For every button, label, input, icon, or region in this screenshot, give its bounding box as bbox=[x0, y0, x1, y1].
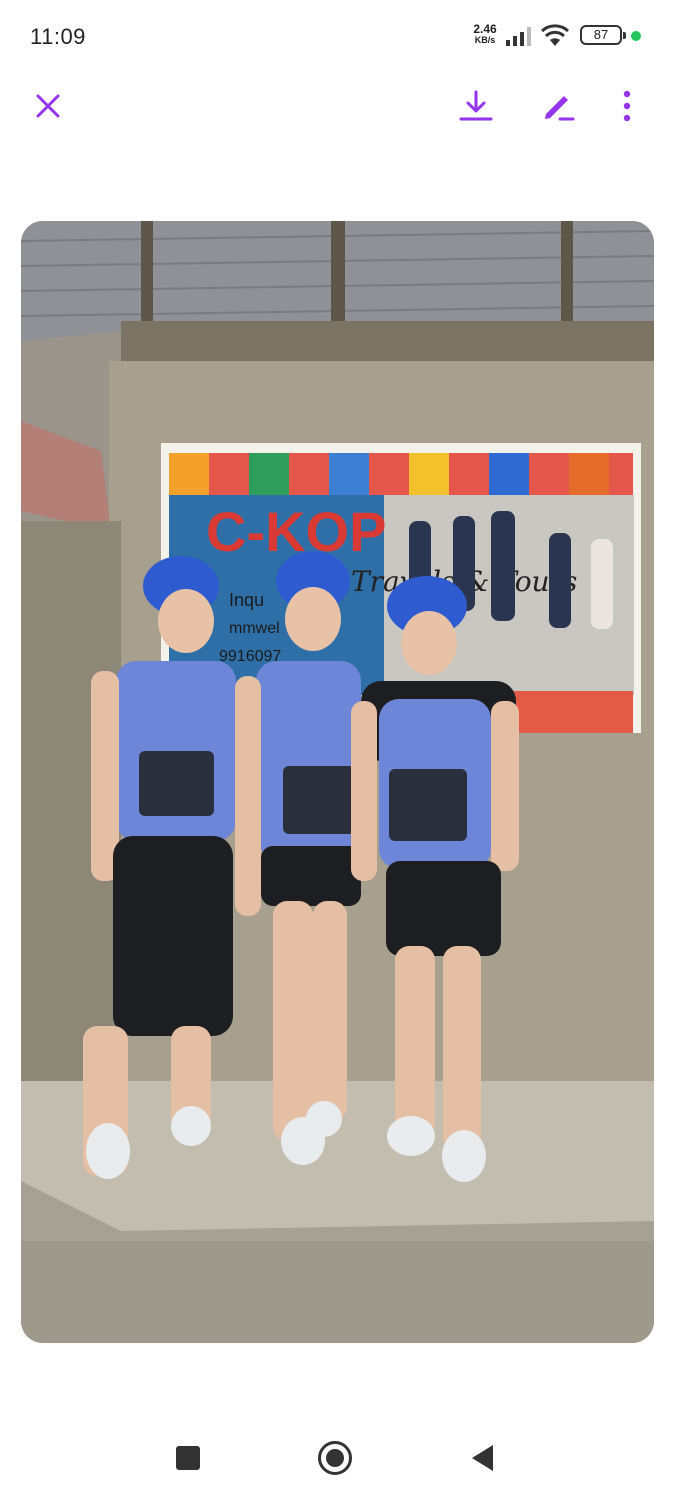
close-icon bbox=[36, 94, 60, 118]
signal-icon bbox=[506, 27, 531, 46]
status-bar: 11:09 2.46 KB/s 87 bbox=[0, 0, 675, 72]
poster-side-text-2: mmwel bbox=[229, 620, 280, 637]
poster-title: C-KOP bbox=[206, 500, 386, 563]
status-dot bbox=[631, 31, 641, 41]
recents-square-icon bbox=[176, 1446, 200, 1470]
edit-icon bbox=[545, 96, 575, 121]
network-speed-value: 2.46 bbox=[473, 22, 497, 36]
download-button[interactable] bbox=[448, 78, 504, 134]
recents-button[interactable] bbox=[158, 1436, 218, 1480]
close-button[interactable] bbox=[20, 78, 76, 134]
viewer-toolbar bbox=[0, 78, 675, 138]
more-vert-icon bbox=[623, 90, 631, 122]
photo-preview[interactable]: C-KOP Travels & Tours Inqu mmwel 9916097 bbox=[21, 221, 654, 1343]
edit-button[interactable] bbox=[530, 78, 586, 134]
download-icon bbox=[459, 90, 493, 121]
wifi-icon bbox=[540, 24, 570, 46]
system-nav-bar bbox=[0, 1420, 675, 1500]
battery-indicator: 87 bbox=[580, 25, 626, 45]
back-triangle-icon bbox=[472, 1445, 493, 1471]
network-speed: 2.46 KB/s bbox=[468, 22, 502, 46]
back-button[interactable] bbox=[452, 1436, 512, 1480]
home-circle-icon bbox=[318, 1441, 352, 1475]
poster-side-text-1: Inqu bbox=[229, 590, 264, 610]
photo-content: C-KOP Travels & Tours Inqu mmwel 9916097 bbox=[21, 221, 654, 1343]
more-options-button[interactable] bbox=[599, 78, 655, 134]
network-speed-unit: KB/s bbox=[474, 35, 496, 45]
clock: 11:09 bbox=[30, 24, 86, 49]
home-button[interactable] bbox=[305, 1436, 365, 1480]
